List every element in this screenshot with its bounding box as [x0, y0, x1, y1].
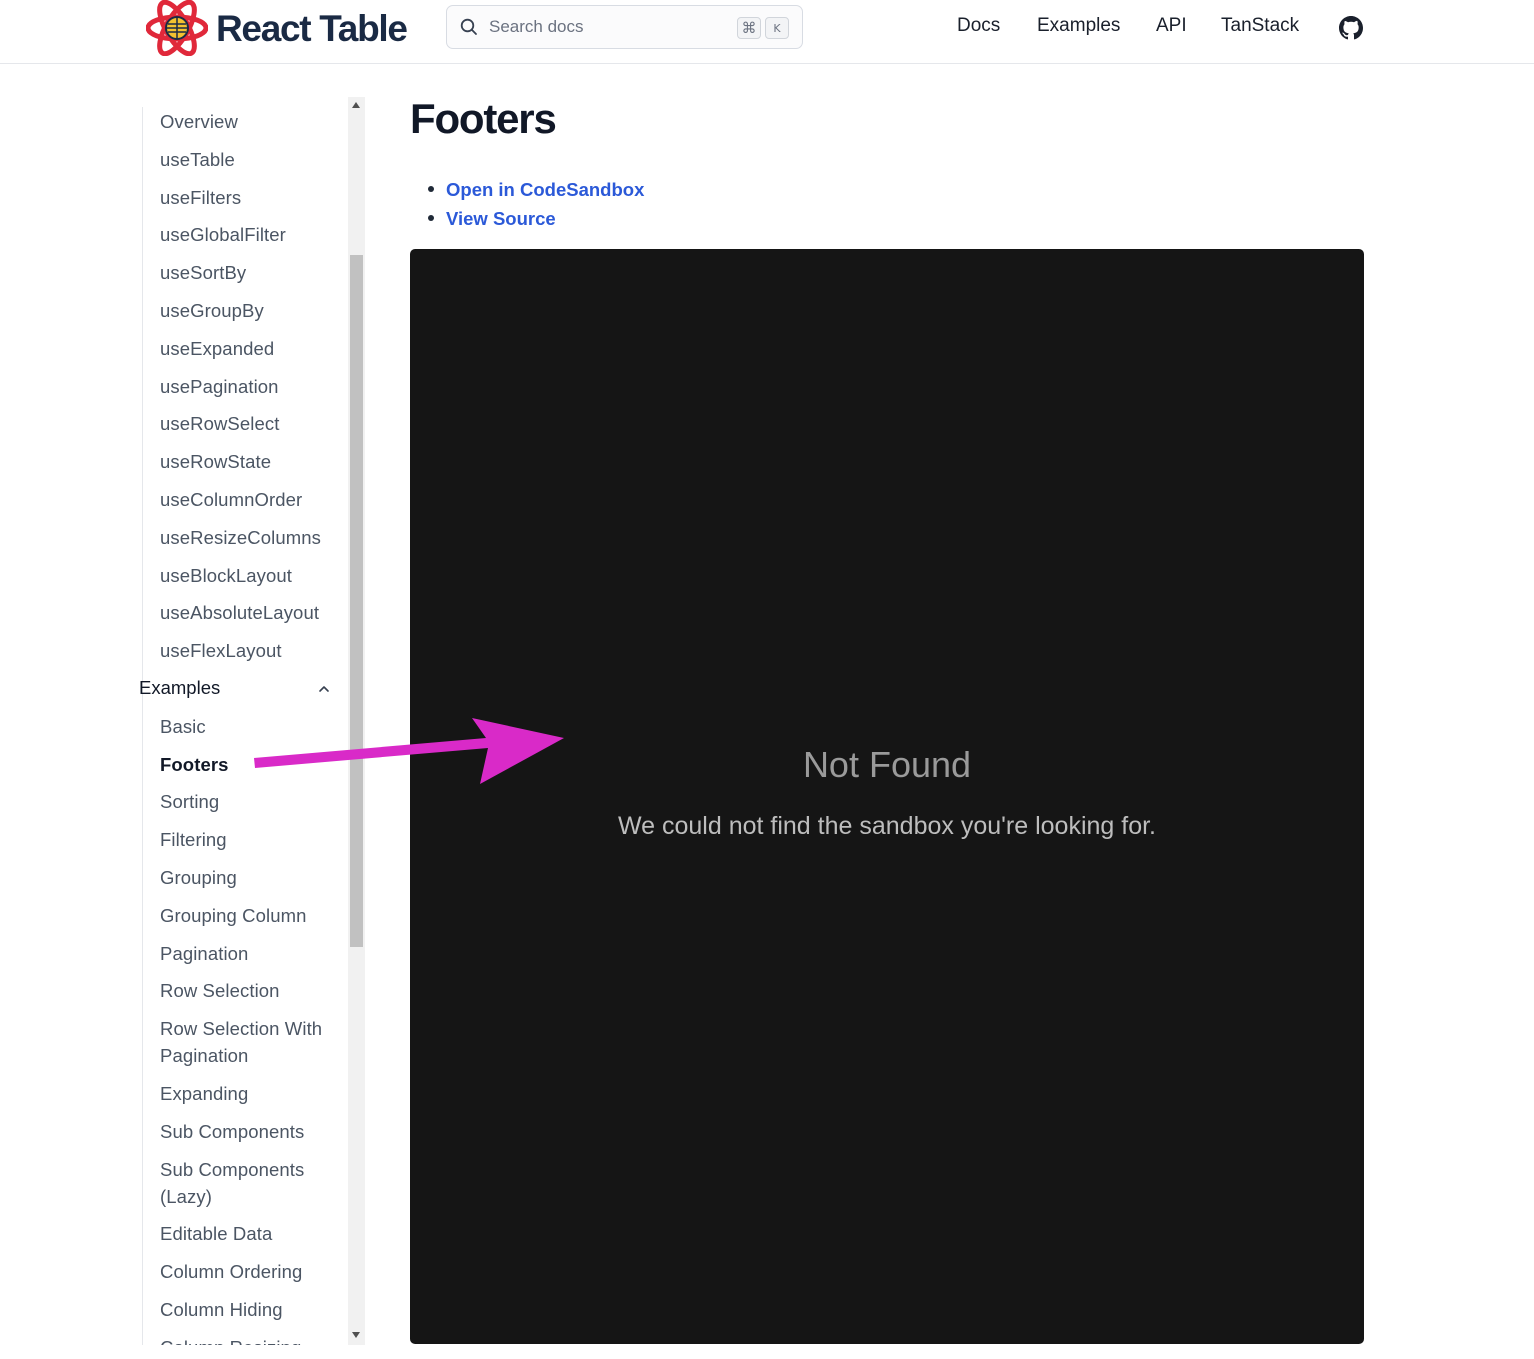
sidebar-item[interactable]: Pagination [160, 940, 340, 967]
example-links: Open in CodeSandbox View Source [428, 175, 644, 233]
scroll-down-arrow-icon[interactable] [352, 1332, 360, 1338]
sidebar-item[interactable]: Grouping [160, 864, 340, 891]
link-label: Open in CodeSandbox [446, 179, 645, 200]
nav-tanstack[interactable]: TanStack [1221, 15, 1299, 37]
sidebar-item[interactable]: Overview [160, 108, 340, 135]
search-box[interactable]: ⌘ K [446, 5, 803, 49]
nav-api[interactable]: API [1156, 15, 1187, 37]
sidebar-guide-line [142, 107, 143, 1345]
open-codesandbox-link[interactable]: Open in CodeSandbox [428, 175, 644, 204]
chevron-up-icon[interactable] [317, 682, 331, 696]
sidebar-item[interactable]: Sub Components (Lazy) [160, 1156, 340, 1210]
bullet [428, 215, 434, 221]
sidebar-item[interactable]: usePagination [160, 373, 340, 400]
react-table-logo-icon [146, 0, 208, 56]
search-icon [460, 18, 477, 35]
codesandbox-embed[interactable]: Not Found We could not find the sandbox … [410, 249, 1364, 1344]
annotation-arrow-icon [254, 718, 564, 784]
sidebar-item[interactable]: Grouping Column [160, 902, 340, 929]
github-icon[interactable] [1339, 16, 1363, 40]
sidebar-item[interactable]: useGroupBy [160, 297, 340, 324]
scroll-up-arrow-icon[interactable] [352, 102, 360, 108]
page-title: Footers [410, 95, 557, 142]
sidebar-item[interactable]: Expanding [160, 1080, 340, 1107]
sidebar-item[interactable]: useRowState [160, 448, 340, 475]
top-header: React Table ⌘ K Docs Examples API TanSta… [0, 0, 1534, 64]
nav-docs[interactable]: Docs [957, 15, 1000, 37]
bullet [428, 186, 434, 192]
sidebar-item[interactable]: Column Hiding [160, 1296, 340, 1323]
scroll-thumb[interactable] [350, 255, 363, 947]
nav-examples[interactable]: Examples [1037, 15, 1120, 37]
sidebar-item[interactable]: useAbsoluteLayout [160, 599, 340, 626]
sidebar-item[interactable]: Sub Components [160, 1118, 340, 1145]
sidebar-item[interactable]: Sorting [160, 788, 340, 815]
sidebar-item[interactable]: Column Resizing [160, 1334, 340, 1345]
sidebar-item[interactable]: useColumnOrder [160, 486, 340, 513]
link-label: View Source [446, 208, 556, 229]
sidebar-item[interactable]: useBlockLayout [160, 562, 340, 589]
sidebar-item[interactable]: useExpanded [160, 335, 340, 362]
sidebar-item[interactable]: Filtering [160, 826, 340, 853]
sidebar-item[interactable]: useResizeColumns [160, 524, 340, 551]
sidebar-item[interactable]: Row Selection [160, 977, 340, 1004]
view-source-link[interactable]: View Source [428, 204, 644, 233]
search-input[interactable] [489, 14, 729, 40]
sidebar-item[interactable]: useFilters [160, 184, 340, 211]
shortcut-key-cmd: ⌘ [737, 17, 761, 39]
logo-text: React Table [216, 8, 408, 49]
sidebar-item[interactable]: Row Selection With Pagination [160, 1015, 340, 1069]
logo[interactable]: React Table [146, 0, 408, 56]
sidebar-section-examples[interactable]: Examples [139, 677, 220, 699]
not-found-message: We could not find the sandbox you're loo… [618, 812, 1156, 840]
sidebar-item[interactable]: Editable Data [160, 1220, 340, 1247]
sidebar-item[interactable]: useTable [160, 146, 340, 173]
sidebar-item[interactable]: Column Ordering [160, 1258, 340, 1285]
sidebar-item[interactable]: useRowSelect [160, 410, 340, 437]
sidebar-item[interactable]: useGlobalFilter [160, 221, 340, 248]
sidebar-item[interactable]: useFlexLayout [160, 637, 340, 664]
sidebar-item[interactable]: useSortBy [160, 259, 340, 286]
shortcut-key-k: K [765, 17, 789, 39]
